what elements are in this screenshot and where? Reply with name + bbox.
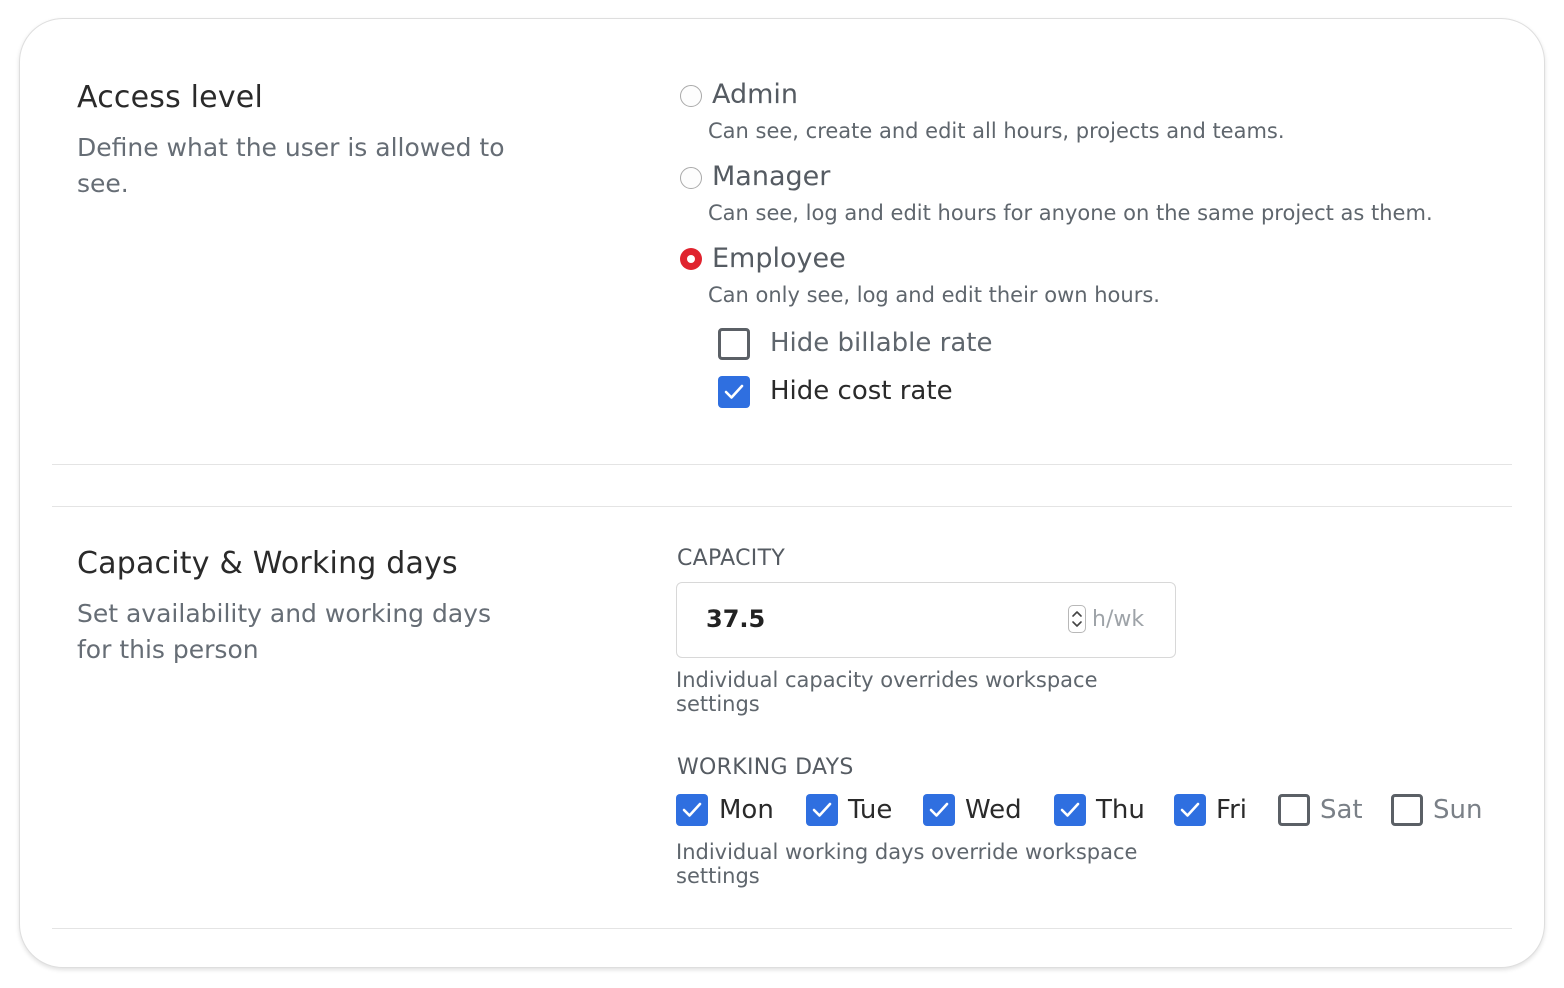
check-icon [812, 802, 832, 817]
capacity-help-text: Individual capacity overrides workspace … [676, 668, 1098, 716]
option-admin-label[interactable]: Admin [712, 79, 798, 110]
day-label-thu[interactable]: Thu [1096, 795, 1145, 825]
day-checkbox-fri[interactable] [1174, 794, 1206, 826]
option-manager-label[interactable]: Manager [712, 161, 830, 192]
option-employee-label[interactable]: Employee [712, 243, 846, 274]
section-divider [52, 506, 1512, 507]
access-level-title: Access level [77, 80, 263, 115]
day-label-sun[interactable]: Sun [1433, 795, 1482, 825]
day-checkbox-tue[interactable] [806, 794, 838, 826]
working-days-label: WORKING DAYS [677, 755, 854, 780]
radio-manager[interactable] [680, 167, 702, 189]
check-icon [1180, 802, 1200, 817]
capacity-description: Set availability and working days for th… [77, 599, 491, 664]
check-icon [682, 802, 702, 817]
capacity-field-label: CAPACITY [677, 546, 786, 571]
section-divider [52, 464, 1512, 465]
capacity-input[interactable]: 37.5 h/wk [676, 582, 1176, 658]
day-checkbox-thu[interactable] [1054, 794, 1086, 826]
section-divider [52, 928, 1512, 929]
option-employee-description: Can only see, log and edit their own hou… [708, 283, 1160, 307]
working-days-help-text: Individual working days override workspa… [676, 840, 1138, 888]
capacity-unit: h/wk [1092, 607, 1145, 632]
radio-employee[interactable] [680, 248, 702, 270]
hide-billable-rate-checkbox[interactable] [718, 328, 750, 360]
check-icon [929, 802, 949, 817]
day-label-sat[interactable]: Sat [1320, 795, 1363, 825]
day-checkbox-mon[interactable] [676, 794, 708, 826]
hide-cost-rate-checkbox[interactable] [718, 376, 750, 408]
capacity-input-value[interactable]: 37.5 [706, 605, 765, 633]
hide-billable-rate-label[interactable]: Hide billable rate [770, 328, 992, 358]
access-level-description: Define what the user is allowed to see. [77, 133, 505, 198]
day-checkbox-wed[interactable] [923, 794, 955, 826]
day-label-tue[interactable]: Tue [848, 795, 892, 825]
day-checkbox-sat[interactable] [1278, 794, 1310, 826]
capacity-title: Capacity & Working days [77, 546, 458, 581]
check-icon [724, 384, 744, 399]
check-icon [1060, 802, 1080, 817]
number-stepper-icon[interactable] [1068, 605, 1086, 633]
option-admin-description: Can see, create and edit all hours, proj… [708, 119, 1285, 143]
day-label-mon[interactable]: Mon [719, 795, 774, 825]
day-checkbox-sun[interactable] [1391, 794, 1423, 826]
day-label-wed[interactable]: Wed [965, 795, 1022, 825]
hide-cost-rate-label[interactable]: Hide cost rate [770, 376, 953, 406]
radio-admin[interactable] [680, 85, 702, 107]
option-manager-description: Can see, log and edit hours for anyone o… [708, 201, 1433, 225]
day-label-fri[interactable]: Fri [1216, 795, 1247, 825]
